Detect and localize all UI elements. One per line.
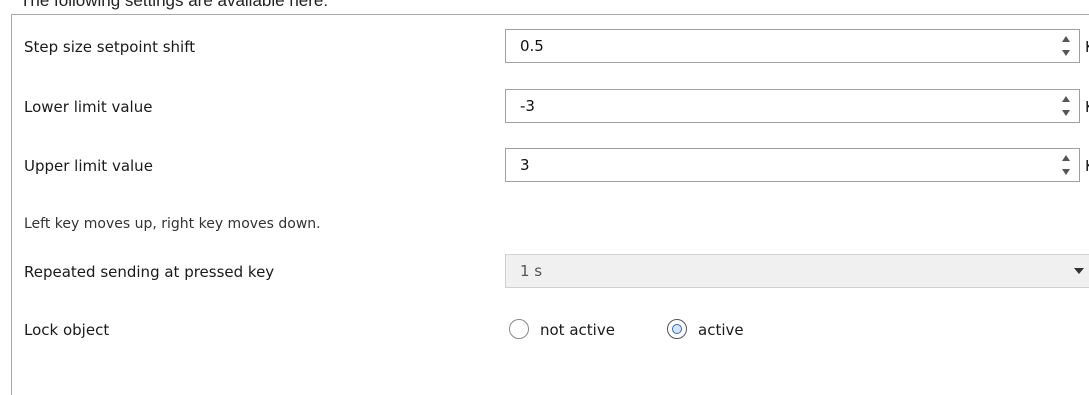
step-size-spinbox[interactable]: 0.5 <box>505 29 1080 63</box>
increment-arrow-icon[interactable] <box>1059 92 1073 106</box>
lower-limit-row: Lower limit value -3 K <box>12 87 1089 127</box>
radio-label-active[interactable]: active <box>698 310 744 350</box>
upper-limit-label: Upper limit value <box>24 157 153 175</box>
radio-checked-icon[interactable] <box>667 319 687 339</box>
lower-limit-unit: K <box>1085 87 1089 127</box>
radio-label-not-active[interactable]: not active <box>540 310 615 350</box>
repeat-value: 1 s <box>520 262 543 280</box>
upper-limit-value[interactable]: 3 <box>520 149 530 181</box>
lower-limit-spinbox[interactable]: -3 <box>505 89 1080 123</box>
section-heading: The following settings are available her… <box>20 0 329 10</box>
upper-limit-row: Upper limit value 3 K <box>12 146 1089 186</box>
upper-limit-spinbox[interactable]: 3 <box>505 148 1080 182</box>
step-size-row: Step size setpoint shift 0.5 K <box>12 27 1089 67</box>
spin-arrows <box>1059 151 1073 179</box>
upper-limit-unit: K <box>1085 146 1089 186</box>
lower-limit-value[interactable]: -3 <box>520 90 535 122</box>
repeat-label: Repeated sending at pressed key <box>24 263 275 281</box>
repeat-row: Repeated sending at pressed key 1 s <box>12 252 1089 292</box>
decrement-arrow-icon[interactable] <box>1059 106 1073 120</box>
radio-unchecked-icon[interactable] <box>509 319 529 339</box>
step-size-label: Step size setpoint shift <box>24 38 196 56</box>
chevron-down-icon[interactable] <box>1074 268 1084 274</box>
spin-arrows <box>1059 92 1073 120</box>
note-row: Left key moves up, right key moves down. <box>12 204 1089 244</box>
lock-label: Lock object <box>24 321 110 339</box>
parameter-panel: Step size setpoint shift 0.5 K Lower lim… <box>11 14 1089 395</box>
increment-arrow-icon[interactable] <box>1059 32 1073 46</box>
decrement-arrow-icon[interactable] <box>1059 46 1073 60</box>
spin-arrows <box>1059 32 1073 60</box>
step-size-value[interactable]: 0.5 <box>520 30 544 62</box>
step-size-unit: K <box>1085 27 1089 67</box>
lock-row: Lock object not active active <box>12 310 1089 350</box>
decrement-arrow-icon[interactable] <box>1059 165 1073 179</box>
increment-arrow-icon[interactable] <box>1059 151 1073 165</box>
lower-limit-label: Lower limit value <box>24 98 153 116</box>
repeat-dropdown[interactable]: 1 s <box>505 254 1089 288</box>
key-direction-note: Left key moves up, right key moves down. <box>24 216 321 232</box>
